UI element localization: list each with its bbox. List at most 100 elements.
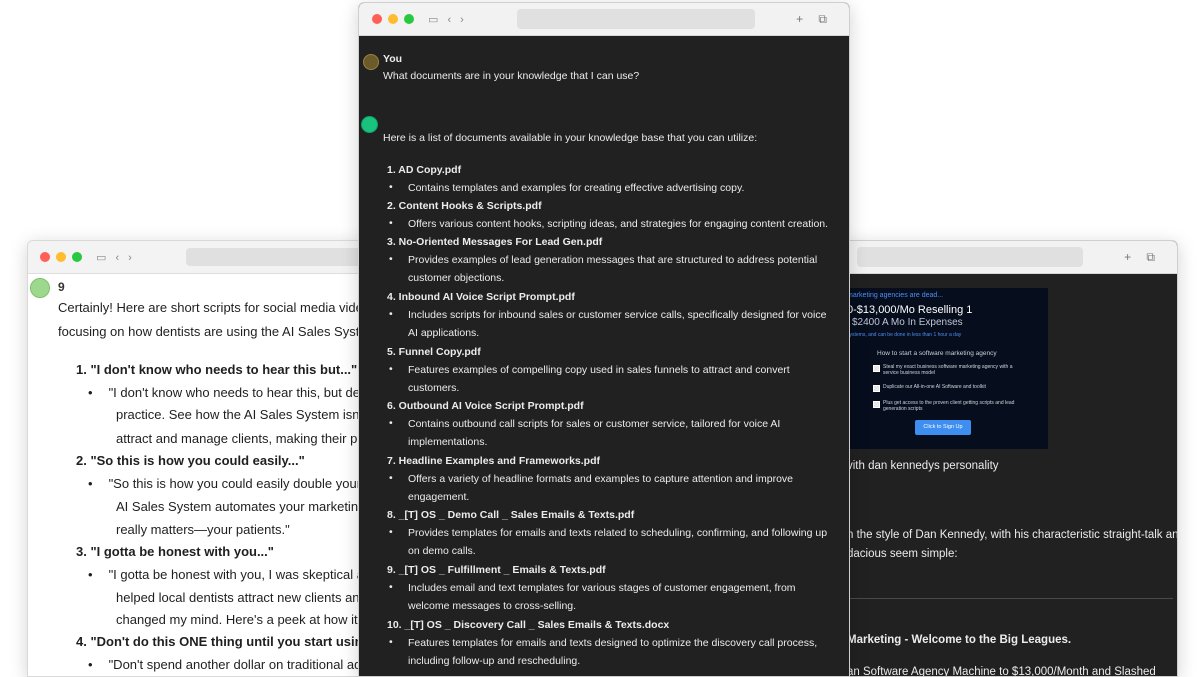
minimize-button[interactable] [56, 252, 66, 262]
user-avatar-icon [363, 54, 379, 70]
center-browser-window: ▭ ‹ › + ⧉ You What documents are in your… [358, 2, 850, 677]
script-line: really matters—your patients." [116, 522, 290, 537]
center-chat-content: You What documents are in your knowledge… [359, 36, 849, 676]
script-line: attract and manage clients, making their… [116, 431, 364, 446]
script-title: 3. "I gotta be honest with you..." [76, 544, 274, 559]
nav-icons[interactable]: ▭ ‹ › [96, 251, 135, 264]
script-line: changed my mind. Here's a peek at how it… [116, 612, 363, 627]
document-description: Includes scripts for inbound sales or cu… [408, 309, 827, 339]
close-button[interactable] [372, 14, 382, 24]
document-title: 2. Content Hooks & Scripts.pdf [387, 200, 542, 212]
chat-text: n the style of Dan Kennedy, with his cha… [847, 529, 1178, 541]
tab-icons[interactable]: + ⧉ [1124, 250, 1161, 265]
script-line: "Don't spend another dollar on tradition… [108, 657, 364, 672]
right-window-titlebar: + ⧉ [847, 241, 1177, 274]
divider [847, 598, 1173, 599]
assistant-intro: Here is a list of documents available in… [383, 132, 758, 144]
ad-line: systems, and can be done in less than 1 … [847, 332, 962, 338]
chat-heading: Marketing - Welcome to the Big Leagues. [847, 634, 1072, 646]
ad-headline: l $2400 A Mo In Expenses [847, 317, 963, 328]
bullet-icon: • [88, 476, 93, 491]
script-title: 1. "I don't know who needs to hear this … [76, 362, 358, 377]
bullet-icon: • [389, 253, 393, 265]
chat-text: vith dan kennedys personality [847, 460, 999, 472]
ad-check-text: Steal my exact business software marketi… [883, 364, 1013, 376]
window-controls [40, 252, 82, 262]
left-browser-window: ▭ ‹ › 9 Certainly! Here are short script… [27, 240, 364, 677]
nav-icons[interactable]: ▭ ‹ › [428, 13, 467, 26]
document-description: Features templates for emails and texts … [408, 637, 818, 667]
ad-image: marketing agencies are dead... 0-$13,000… [847, 288, 1048, 449]
bullet-icon: • [88, 657, 93, 672]
ad-line: marketing agencies are dead... [847, 292, 944, 299]
script-line: "I gotta be honest with you, I was skept… [108, 567, 364, 582]
chat-text: an Software Agency Machine to $13,000/Mo… [847, 666, 1156, 677]
assistant-avatar-icon [30, 278, 50, 298]
chat-text: dacious seem simple: [847, 548, 958, 560]
chatgpt-logo-icon [361, 116, 378, 133]
script-line: "So this is how you could easily double … [108, 476, 364, 491]
document-description: Contains outbound call scripts for sales… [408, 418, 781, 448]
ad-headline: 0-$13,000/Mo Reselling 1 [847, 304, 973, 316]
bullet-icon: • [88, 567, 93, 582]
close-button[interactable] [40, 252, 50, 262]
sign-up-button[interactable]: Click to Sign Up [915, 420, 971, 435]
right-chat-content: marketing agencies are dead... 0-$13,000… [847, 274, 1177, 676]
script-line: helped local dentists attract new client… [116, 590, 364, 605]
bullet-icon: • [389, 217, 393, 229]
bullet-icon: • [389, 417, 393, 429]
document-description: Provides examples of lead generation mes… [408, 254, 818, 284]
maximize-button[interactable] [72, 252, 82, 262]
center-window-titlebar: ▭ ‹ › + ⧉ [359, 3, 849, 36]
bullet-icon: • [389, 581, 393, 593]
user-name: You [383, 53, 403, 65]
document-description: Offers a variety of headline formats and… [408, 473, 794, 503]
bullet-icon: • [389, 526, 393, 538]
document-title: 10. _[T] OS _ Discovery Call _ Sales Ema… [387, 619, 670, 631]
left-window-titlebar: ▭ ‹ › [28, 241, 363, 274]
left-chat-content: 9 Certainly! Here are short scripts for … [28, 274, 363, 676]
script-title: 4. "Don't do this ONE thing until you st… [76, 634, 364, 649]
script-line: practice. See how the AI Sales System is… [116, 407, 364, 422]
ad-subhead: How to start a software marketing agency [877, 350, 997, 357]
document-title: 1. AD Copy.pdf [387, 164, 462, 176]
script-line: AI Sales System automates your marketing… [116, 499, 364, 514]
document-title: 3. No-Oriented Messages For Lead Gen.pdf [387, 236, 603, 248]
intro-line: focusing on how dentists are using the A… [58, 324, 364, 339]
ad-check-text: Duplicate our All-in-one AI Software and… [883, 384, 986, 390]
document-title: 7. Headline Examples and Frameworks.pdf [387, 455, 600, 467]
document-description: Includes email and text templates for va… [408, 582, 796, 612]
address-bar[interactable] [857, 247, 1083, 267]
right-browser-window: + ⧉ marketing agencies are dead... 0-$13… [846, 240, 1178, 677]
assistant-name: 9 [58, 280, 65, 294]
user-message: What documents are in your knowledge tha… [383, 70, 640, 82]
bullet-icon: • [389, 363, 393, 375]
document-title: 9. _[T] OS _ Fulfillment _ Emails & Text… [387, 564, 606, 576]
document-description: Features examples of compelling copy use… [408, 364, 790, 394]
document-title: 8. _[T] OS _ Demo Call _ Sales Emails & … [387, 509, 635, 521]
script-line: "I don't know who needs to hear this, bu… [108, 385, 364, 400]
document-description: Provides templates for emails and texts … [408, 527, 828, 557]
document-title: 6. Outbound AI Voice Script Prompt.pdf [387, 400, 584, 412]
intro-line: Certainly! Here are short scripts for so… [58, 300, 363, 315]
script-title: 2. "So this is how you could easily..." [76, 453, 305, 468]
bullet-icon: • [389, 181, 393, 193]
checkbox-icon [873, 385, 880, 392]
checkbox-icon [873, 365, 880, 372]
bullet-icon: • [88, 385, 93, 400]
bullet-icon: • [389, 472, 393, 484]
minimize-button[interactable] [388, 14, 398, 24]
checkbox-icon [873, 401, 880, 408]
bullet-icon: • [389, 308, 393, 320]
window-controls [372, 14, 414, 24]
address-bar[interactable] [186, 248, 363, 266]
bullet-icon: • [389, 636, 393, 648]
document-title: 4. Inbound AI Voice Script Prompt.pdf [387, 291, 575, 303]
maximize-button[interactable] [404, 14, 414, 24]
document-description: Offers various content hooks, scripting … [408, 218, 829, 230]
document-title: 5. Funnel Copy.pdf [387, 346, 481, 358]
ad-check-text: Plus get access to the proven client get… [883, 400, 1015, 412]
tab-icons[interactable]: + ⧉ [796, 12, 833, 27]
document-description: Contains templates and examples for crea… [408, 182, 745, 194]
address-bar[interactable] [517, 9, 755, 29]
